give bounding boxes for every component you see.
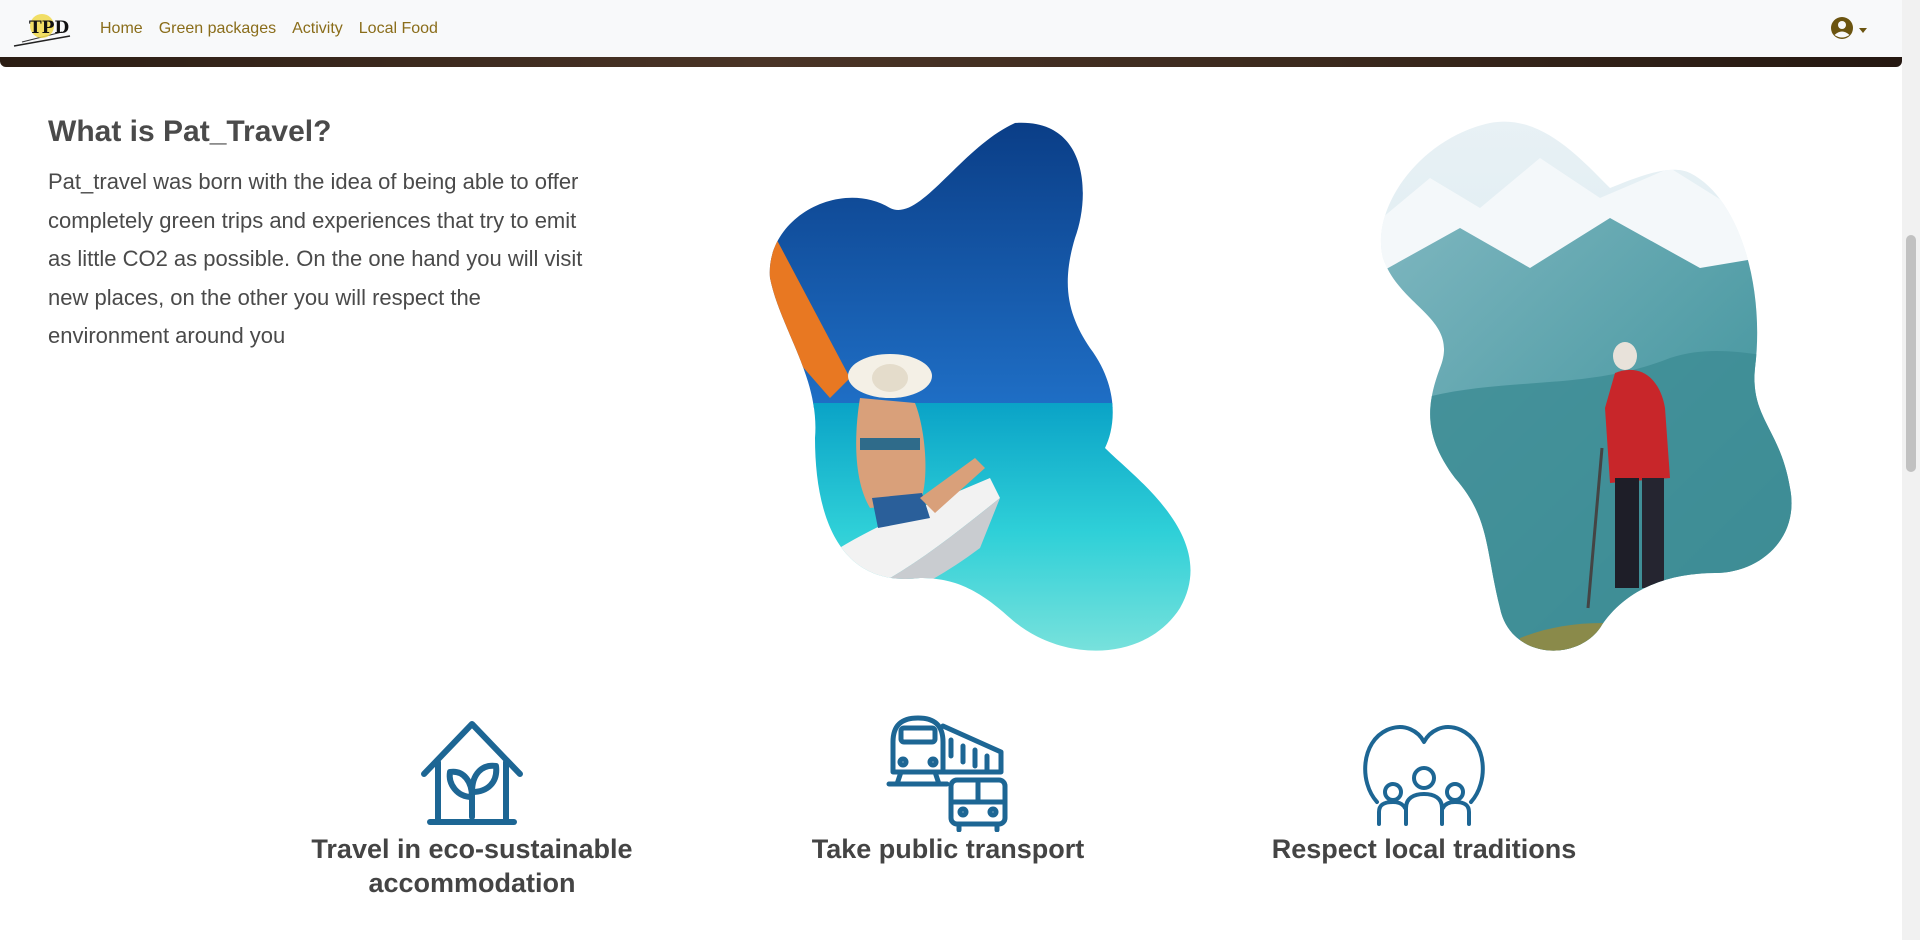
user-account-icon bbox=[1830, 16, 1854, 45]
hiker-blob-image bbox=[1370, 118, 1820, 653]
user-menu-dropdown[interactable] bbox=[1830, 16, 1867, 45]
feature-eco-accommodation: Travel in eco-sustainable accommodation bbox=[282, 712, 662, 900]
nav-home-link[interactable]: Home bbox=[100, 20, 143, 38]
feature-public-transport-label: Take public transport bbox=[811, 834, 1085, 864]
about-description: Pat_travel was born with the idea of bei… bbox=[48, 169, 583, 349]
feature-public-transport: Take public transport bbox=[758, 712, 1138, 866]
nav-activity-link[interactable]: Activity bbox=[292, 20, 343, 38]
eco-house-icon bbox=[282, 712, 662, 832]
heart-family-icon bbox=[1234, 712, 1614, 832]
svg-text:TPD: TPD bbox=[29, 18, 69, 38]
feature-local-traditions: Respect local traditions bbox=[1234, 712, 1614, 866]
feature-eco-accommodation-label: Travel in eco-sustainable accommodation bbox=[311, 834, 633, 898]
train-bus-icon bbox=[758, 712, 1138, 832]
about-title: What is Pat_Travel? bbox=[48, 115, 332, 148]
scrollbar-thumb[interactable] bbox=[1906, 235, 1916, 472]
nav-links: Home Green packages Activity Local Food bbox=[100, 0, 454, 57]
chevron-down-icon bbox=[1859, 28, 1867, 33]
nav-green-packages-link[interactable]: Green packages bbox=[159, 20, 276, 38]
page-scrollbar[interactable] bbox=[1902, 0, 1920, 940]
beach-blob-image bbox=[760, 118, 1210, 653]
top-navbar: TPD Home Green packages Activity Local F… bbox=[0, 0, 1902, 57]
nav-local-food-link[interactable]: Local Food bbox=[359, 20, 438, 38]
feature-local-traditions-label: Respect local traditions bbox=[1271, 834, 1577, 864]
hero-image-bottom bbox=[0, 57, 1902, 67]
brand-logo[interactable]: TPD bbox=[12, 8, 72, 48]
